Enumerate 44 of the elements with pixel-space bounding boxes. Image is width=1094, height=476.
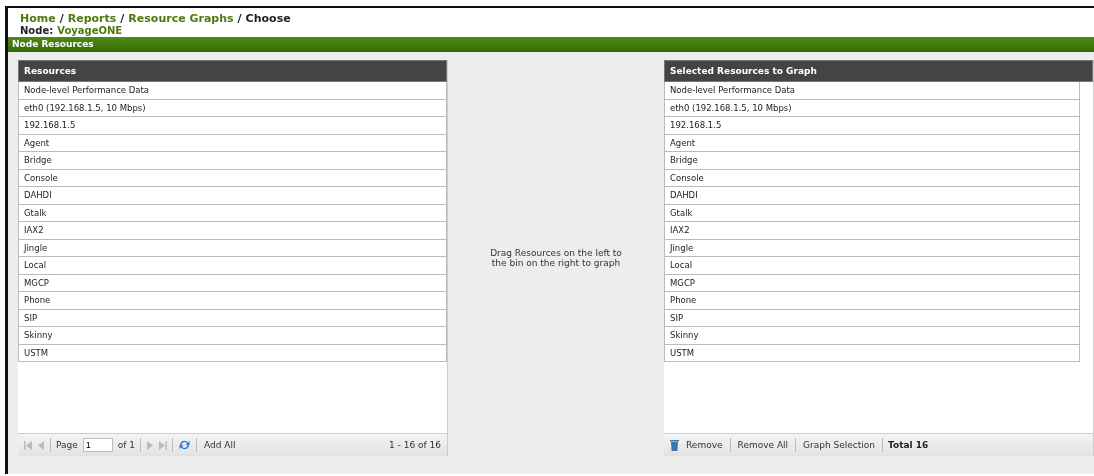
first-page-icon[interactable] — [24, 440, 32, 450]
selected-item[interactable]: DAHDI — [664, 187, 1080, 205]
breadcrumb-link[interactable]: Resource Graphs — [128, 12, 234, 25]
resource-item[interactable]: Local — [18, 257, 447, 275]
node-label: Node: — [20, 25, 54, 37]
resource-item[interactable]: 192.168.1.5 — [18, 117, 447, 135]
selected-item[interactable]: Phone — [664, 292, 1080, 310]
add-all-button[interactable]: Add All — [202, 440, 238, 450]
column-header: Selected Resources to Graph — [664, 60, 1093, 82]
refresh-icon[interactable] — [178, 439, 192, 451]
selected-item[interactable]: Local — [664, 257, 1080, 275]
remove-all-button[interactable]: Remove All — [735, 440, 791, 450]
breadcrumb-separator: / — [237, 12, 242, 25]
breadcrumb-link[interactable]: Reports — [67, 12, 117, 25]
graph-selection-button[interactable]: Graph Selection — [801, 440, 878, 450]
next-page-icon[interactable] — [146, 440, 155, 450]
page-count: of 1 — [117, 440, 136, 450]
resource-item[interactable]: IAX2 — [18, 222, 447, 240]
range-text: 1 - 16 of 16 — [389, 440, 441, 450]
remove-button[interactable]: Remove — [684, 440, 725, 450]
previous-page-icon[interactable] — [37, 440, 45, 450]
selected-item[interactable]: Skinny — [664, 327, 1080, 345]
breadcrumb-separator: / — [59, 12, 64, 25]
breadcrumb-separator: / — [120, 12, 125, 25]
selected-item[interactable]: 192.168.1.5 — [664, 117, 1080, 135]
selected-item[interactable]: Bridge — [664, 152, 1080, 170]
breadcrumb-link[interactable]: Home — [20, 12, 56, 25]
drag-hint: Drag Resources on the left to the bin on the right to graph — [489, 248, 623, 268]
page-title: Choose — [245, 12, 291, 25]
resource-item[interactable]: Node-level Performance Data — [18, 82, 447, 100]
node-name: VoyageONE — [57, 25, 123, 37]
selected-item[interactable]: IAX2 — [664, 222, 1080, 240]
resource-item[interactable]: Bridge — [18, 152, 447, 170]
page-input[interactable]: 1 — [82, 438, 113, 452]
last-page-icon[interactable] — [159, 440, 168, 450]
total-count: Total 16 — [888, 440, 929, 450]
resource-item[interactable]: Phone — [18, 292, 447, 310]
trash-icon[interactable] — [670, 439, 679, 451]
page-label: Page — [56, 440, 78, 450]
section-header: Node Resources — [8, 37, 1094, 52]
resource-item[interactable]: DAHDI — [18, 187, 447, 205]
resource-item[interactable]: Skinny — [18, 327, 447, 345]
selected-item[interactable]: Node-level Performance Data — [664, 82, 1080, 100]
column-header: Resources — [18, 60, 447, 82]
